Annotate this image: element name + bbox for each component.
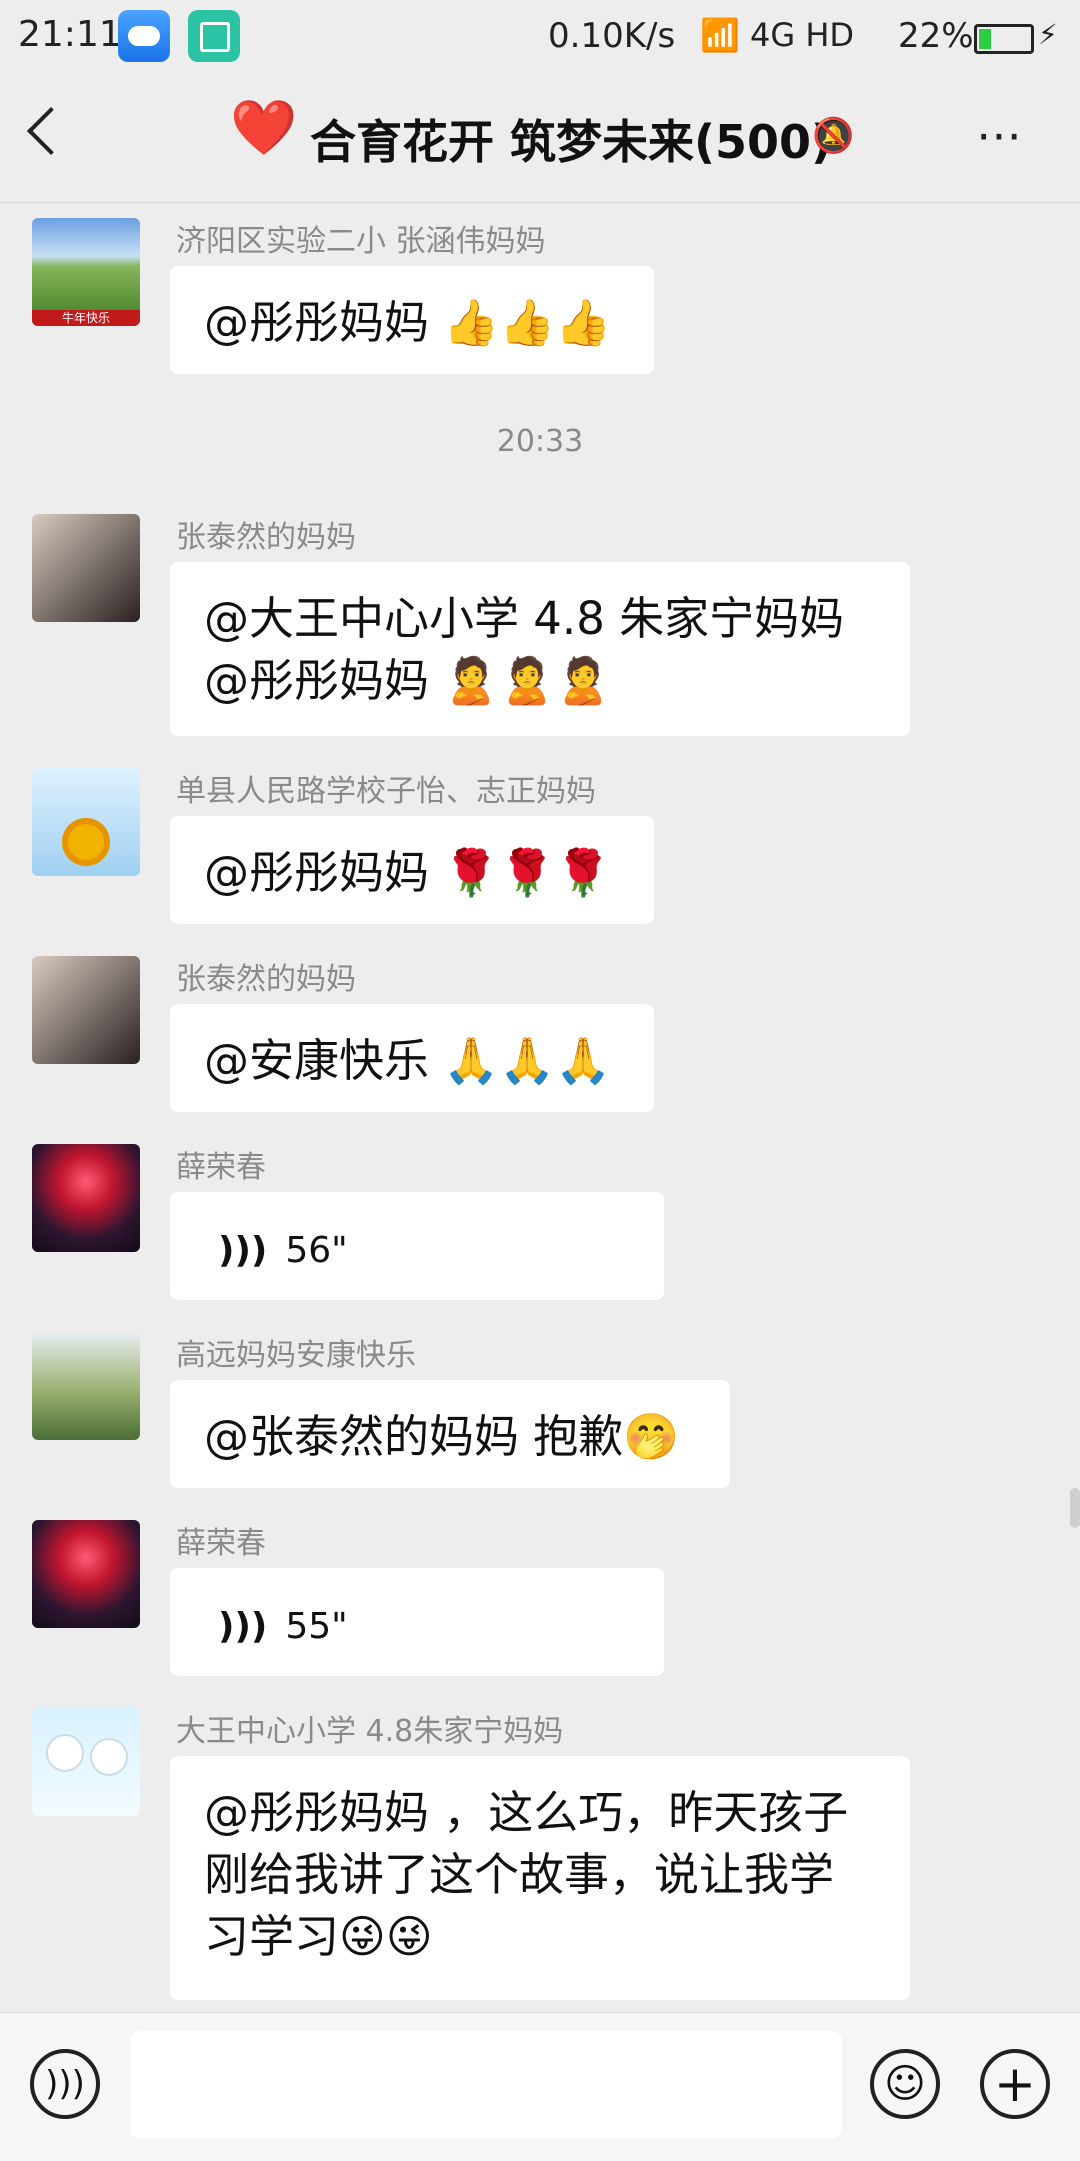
- hd-badge: HD: [805, 16, 855, 54]
- sender-name: 薛荣春: [176, 1526, 266, 1561]
- avatar[interactable]: [32, 1708, 140, 1816]
- voice-message-bubble[interactable]: ))) 56": [170, 1192, 664, 1300]
- bell-off-icon: 🔕: [812, 116, 855, 156]
- sender-name: 薛荣春: [176, 1150, 266, 1185]
- chat-title: 合育花开 筑梦未来(500): [310, 115, 833, 169]
- status-bar: 21:11 0.10K/s 📶 4G HD 22% ⚡: [0, 0, 1080, 72]
- signal-type: 4G: [750, 16, 796, 54]
- avatar[interactable]: [32, 1520, 140, 1628]
- avatar[interactable]: [32, 768, 140, 876]
- sender-name: 单县人民路学校子怡、志正妈妈: [176, 774, 596, 809]
- battery-fill: [979, 29, 991, 49]
- sender-name: 张泰然的妈妈: [176, 962, 356, 997]
- message-bubble[interactable]: @大王中心小学 4.8 朱家宁妈妈 @彤彤妈妈 🙎🙎🙎: [170, 562, 910, 736]
- sender-name: 张泰然的妈妈: [176, 520, 356, 555]
- time-separator: 20:33: [496, 424, 584, 459]
- network-speed: 0.10K/s: [548, 16, 676, 56]
- status-time: 21:11: [18, 14, 122, 55]
- sender-name: 济阳区实验二小 张涵伟妈妈: [176, 224, 546, 259]
- heart-emoji: ❤️: [230, 96, 298, 159]
- avatar[interactable]: 牛年快乐: [32, 218, 140, 326]
- chat-header: ❤️ 合育花开 筑梦未来(500) 🔕 ⋯: [0, 72, 1080, 203]
- message-bubble[interactable]: @安康快乐 🙏🙏🙏: [170, 1004, 654, 1112]
- avatar[interactable]: [32, 956, 140, 1064]
- voice-length: 56": [285, 1230, 348, 1271]
- voice-message-bubble[interactable]: ))) 55": [170, 1568, 664, 1676]
- voice-wave-icon: ))): [218, 1230, 268, 1271]
- message-input[interactable]: [130, 2031, 842, 2139]
- snowman-icon: [90, 1738, 128, 1776]
- plus-icon[interactable]: +: [980, 2049, 1050, 2119]
- back-chevron-icon[interactable]: [26, 106, 76, 156]
- snowman-icon: [46, 1734, 84, 1772]
- sender-name: 大王中心小学 4.8朱家宁妈妈: [176, 1714, 564, 1749]
- sunflower-icon: [62, 818, 110, 866]
- battery-percent: 22%: [898, 16, 974, 56]
- message-bubble[interactable]: @彤彤妈妈 ，这么巧，昨天孩子刚给我讲了这个故事，说让我学习学习😜😜: [170, 1756, 910, 2000]
- message-bubble[interactable]: @张泰然的妈妈 抱歉🤭: [170, 1380, 730, 1488]
- weather-app-icon: [118, 10, 170, 62]
- message-bubble[interactable]: @彤彤妈妈 👍👍👍: [170, 266, 654, 374]
- scan-app-icon: [188, 10, 240, 62]
- avatar[interactable]: [32, 1144, 140, 1252]
- voice-wave-icon: ))): [218, 1606, 268, 1647]
- message-bubble[interactable]: @彤彤妈妈 🌹🌹🌹: [170, 816, 654, 924]
- voice-icon[interactable]: ))): [30, 2049, 100, 2119]
- more-dots-icon[interactable]: ⋯: [976, 108, 1026, 162]
- emoji-icon[interactable]: ☺: [870, 2049, 940, 2119]
- scrollbar-thumb[interactable]: [1070, 1488, 1080, 1528]
- charging-icon: ⚡: [1038, 18, 1058, 51]
- sender-name: 高远妈妈安康快乐: [176, 1338, 416, 1373]
- avatar[interactable]: [32, 514, 140, 622]
- battery-icon: [974, 24, 1034, 54]
- input-bar: ))) ☺ +: [0, 2012, 1080, 2161]
- avatar-tag: 牛年快乐: [32, 310, 140, 326]
- signal-indicator: 📶 4G HD: [700, 16, 855, 54]
- avatar[interactable]: [32, 1332, 140, 1440]
- voice-length: 55": [285, 1606, 348, 1647]
